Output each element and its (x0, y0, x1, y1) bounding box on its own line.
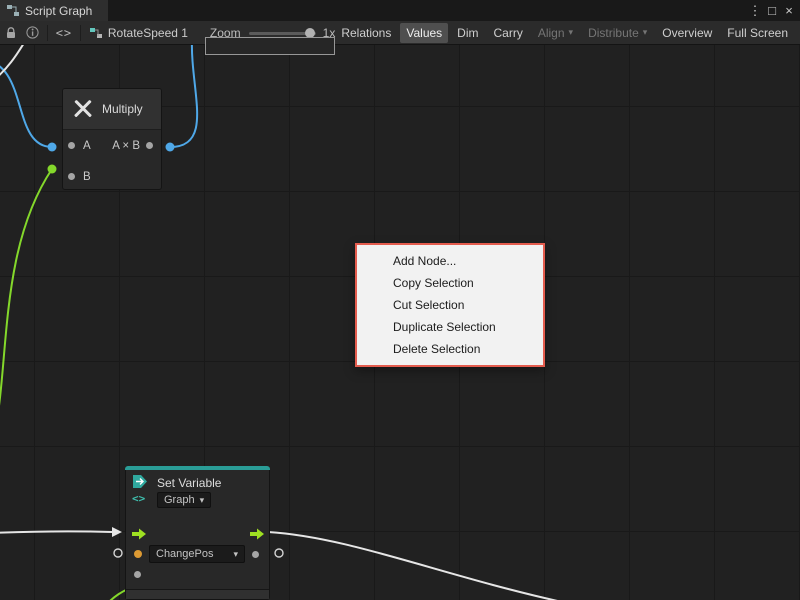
tab-title: Script Graph (25, 4, 92, 18)
align-label: Align (538, 26, 565, 40)
port-a-label: A (83, 140, 91, 152)
graph-asset-icon (89, 27, 103, 39)
lock-icon[interactable] (6, 27, 16, 39)
node-section-divider (126, 589, 269, 599)
dim-button[interactable]: Dim (451, 23, 484, 43)
carry-button[interactable]: Carry (488, 23, 529, 43)
graph-toolbar: <> RotateSpeed 1 Zoom 1x Relations Value… (0, 21, 800, 45)
menu-item-cut-selection[interactable]: Cut Selection (357, 294, 543, 316)
port-b-label: B (83, 171, 91, 183)
port-b-dot[interactable] (68, 173, 75, 180)
wire-white-flow-in (0, 531, 112, 533)
wire-blue-output-result (170, 45, 197, 147)
wire-green-input-b (0, 169, 52, 435)
scope-dropdown-value: Graph (164, 494, 195, 506)
script-graph-icon (7, 5, 19, 16)
relations-button[interactable]: Relations (335, 23, 397, 43)
chevron-down-icon: ▾ (643, 28, 648, 37)
node-title: Set Variable (157, 476, 221, 490)
title-bar: Script Graph ⋮ □ × (0, 0, 800, 21)
distribute-label: Distribute (588, 26, 639, 40)
port-result-dot[interactable] (146, 142, 153, 149)
info-icon[interactable] (26, 26, 39, 39)
port-ring[interactable] (275, 549, 283, 557)
set-variable-node[interactable]: Set Variable <> Graph ▾ ChangePos ▾ (125, 466, 270, 600)
variable-name-port[interactable] (134, 550, 142, 558)
empty-overlay-box (205, 37, 335, 55)
multiply-icon (73, 99, 93, 119)
breadcrumb-graph-name[interactable]: RotateSpeed 1 (108, 26, 188, 40)
multiply-node[interactable]: Multiply A A × B B (62, 88, 162, 190)
variable-dropdown[interactable]: ChangePos ▾ (149, 545, 245, 563)
port-row-b: B (63, 161, 161, 190)
tab-script-graph[interactable]: Script Graph (0, 0, 108, 21)
wire-white-top-left (0, 45, 24, 80)
multiply-node-header[interactable]: Multiply (63, 89, 161, 130)
port-a-dot[interactable] (68, 142, 75, 149)
align-button[interactable]: Align ▾ (532, 23, 579, 43)
window-controls: ⋮ □ × (747, 1, 800, 21)
variable-dropdown-value: ChangePos (156, 548, 214, 560)
distribute-button[interactable]: Distribute ▾ (582, 23, 653, 43)
toolbar-separator (47, 25, 48, 41)
node-title: Multiply (102, 102, 143, 116)
wire-white-flow-out (268, 532, 562, 600)
port-result-label: A × B (112, 140, 140, 152)
flow-arrowhead (112, 527, 122, 537)
values-button[interactable]: Values (400, 23, 448, 43)
port-connection-dot-green[interactable] (48, 165, 57, 174)
value-input-port[interactable] (134, 571, 141, 578)
port-connection-dot-blue[interactable] (166, 143, 175, 152)
flow-input-port[interactable] (131, 527, 147, 545)
flow-output-port[interactable] (249, 527, 265, 545)
code-view-icon[interactable]: <> (56, 26, 72, 40)
scope-dropdown[interactable]: Graph ▾ (157, 492, 211, 508)
chevron-down-icon: ▾ (233, 550, 238, 559)
port-row-a: A A × B (63, 130, 161, 161)
script-graph-window: Script Graph ⋮ □ × <> RotateSpeed 1 Zoom… (0, 0, 800, 600)
graph-canvas[interactable]: Multiply A A × B B Set Variable <> (0, 45, 800, 600)
toolbar-buttons: Relations Values Dim Carry Align ▾ Distr… (335, 23, 794, 43)
toolbar-separator (80, 25, 81, 41)
wire-blue-input-a (0, 60, 52, 147)
node-accent-bar (125, 466, 270, 470)
port-connection-dot-blue[interactable] (48, 143, 57, 152)
overview-button[interactable]: Overview (656, 23, 718, 43)
set-variable-icon (132, 474, 149, 494)
menu-item-delete-selection[interactable]: Delete Selection (357, 338, 543, 360)
scope-kind-icon: <> (132, 492, 145, 505)
chevron-down-icon: ▾ (569, 28, 574, 37)
chevron-down-icon: ▾ (200, 496, 205, 505)
context-menu: Add Node... Copy Selection Cut Selection… (355, 243, 545, 367)
menu-item-copy-selection[interactable]: Copy Selection (357, 272, 543, 294)
fullscreen-button[interactable]: Full Screen (721, 23, 794, 43)
window-menu-icon[interactable]: ⋮ (747, 1, 763, 21)
port-ring[interactable] (114, 549, 122, 557)
maximize-icon[interactable]: □ (764, 1, 780, 21)
zoom-slider-knob[interactable] (305, 28, 315, 38)
menu-item-duplicate-selection[interactable]: Duplicate Selection (357, 316, 543, 338)
value-output-port[interactable] (252, 551, 259, 558)
menu-item-add-node[interactable]: Add Node... (357, 250, 543, 272)
close-icon[interactable]: × (781, 1, 797, 21)
